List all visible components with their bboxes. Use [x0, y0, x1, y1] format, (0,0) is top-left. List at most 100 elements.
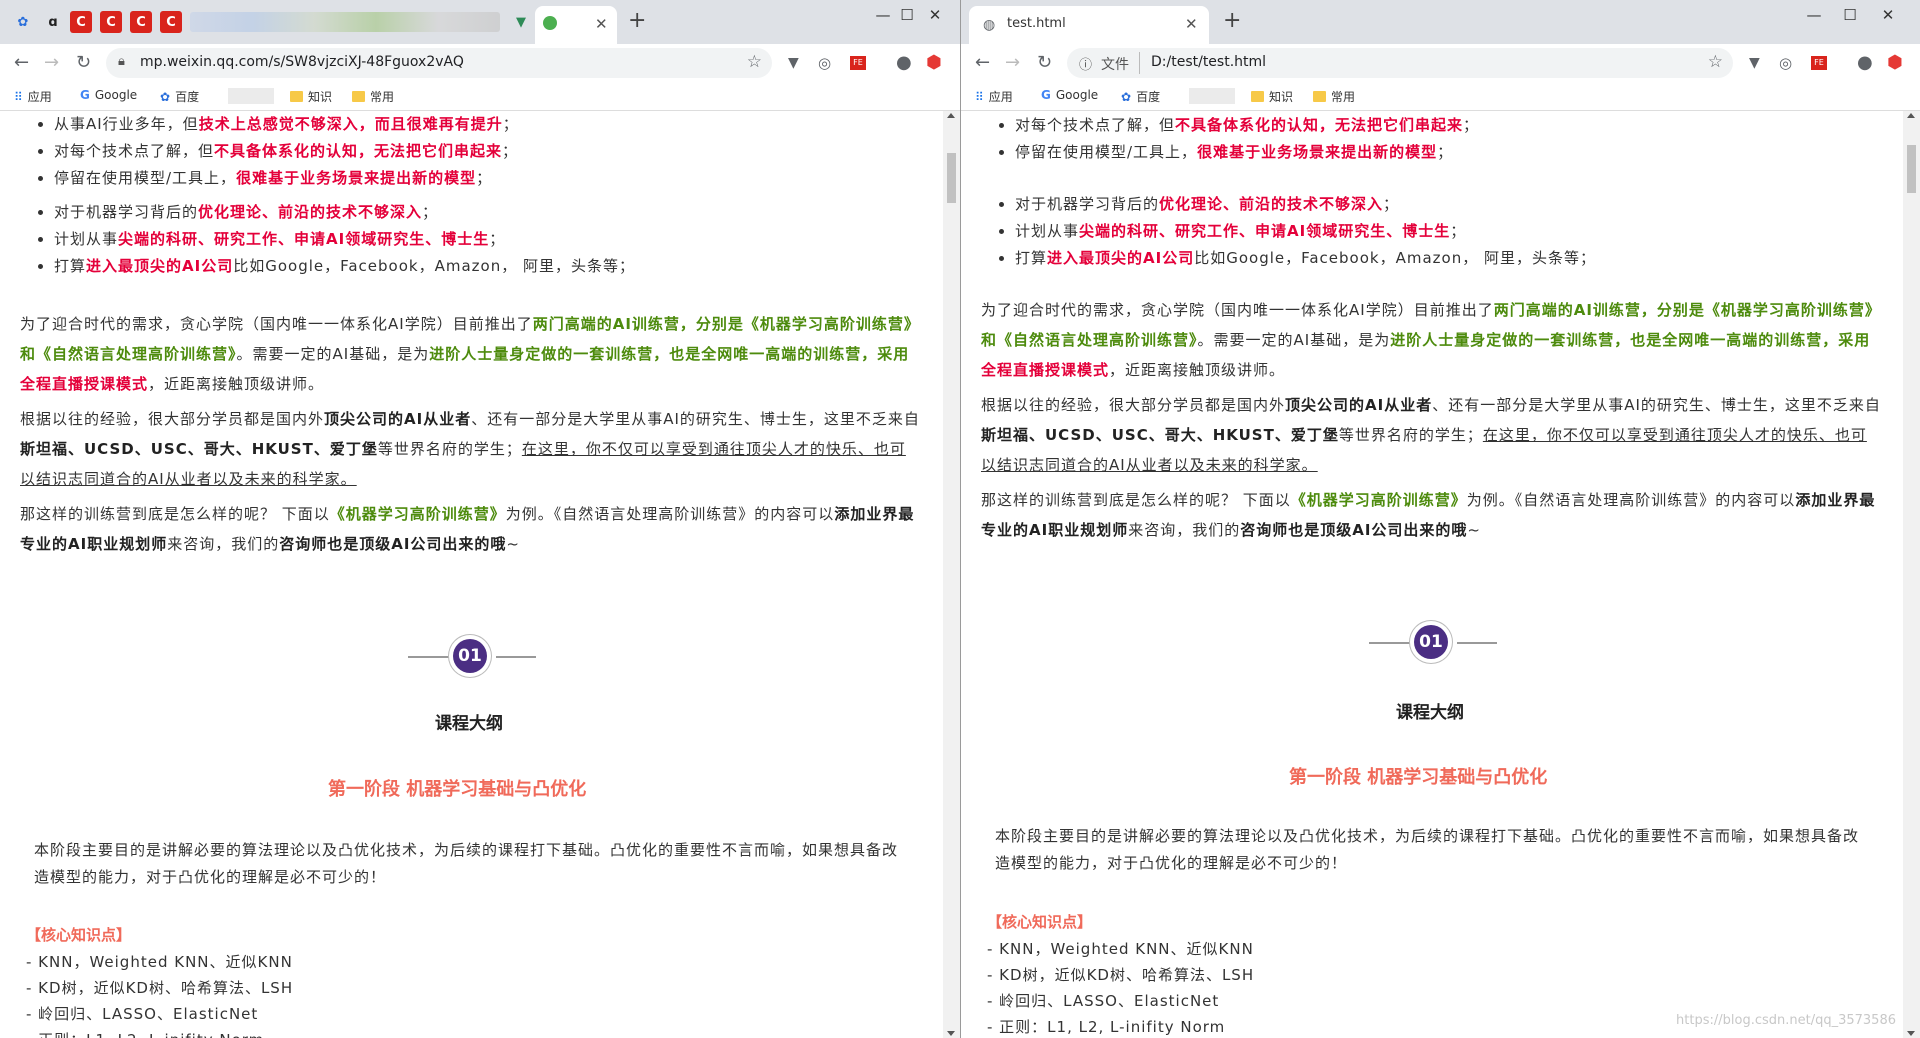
- waveform-decoration: [1457, 642, 1497, 644]
- page-content: 对每个技术点了解，但不具备体系化的认知，无法把它们串起来； 停留在使用模型/工具…: [961, 111, 1902, 1038]
- scroll-up-icon[interactable]: [1907, 113, 1915, 118]
- phase-title: 第一阶段 机器学习基础与凸优化: [1289, 767, 1548, 788]
- folder-icon: [1313, 91, 1326, 102]
- tab-title: test.html: [1007, 16, 1066, 31]
- search-icon[interactable]: ɑ: [42, 11, 64, 33]
- minimize-button[interactable]: —: [1799, 6, 1829, 24]
- url-text: D:/test/test.html: [1151, 54, 1267, 70]
- tab-close-icon[interactable]: ✕: [1185, 15, 1198, 33]
- address-bar[interactable]: ⓘ 文件 D:/test/test.html ☆: [1067, 48, 1733, 78]
- waveform-decoration: [408, 656, 458, 658]
- bookmark-label: 常用: [1331, 90, 1356, 104]
- fe-extension-icon[interactable]: FE: [1811, 56, 1827, 70]
- tab-active[interactable]: ◍ test.html ✕: [969, 6, 1209, 44]
- csdn-tab-icon[interactable]: C: [70, 11, 92, 33]
- list-item: 对每个技术点了解，但不具备体系化的认知，无法把它们串起来；: [1015, 112, 1902, 139]
- bookmark-baidu[interactable]: ✿ 百度: [1121, 88, 1160, 105]
- address-bar[interactable]: 🔒︎ mp.weixin.qq.com/s/SW8vjzciXJ-48Fguox…: [106, 48, 772, 78]
- list-item: 打算进入最顶尖的AI公司比如Google，Facebook，Amazon， 阿里…: [1015, 245, 1902, 272]
- blurred-tabs: [190, 12, 500, 32]
- outline-title: 课程大纲: [435, 714, 503, 734]
- info-icon: ⓘ: [1079, 58, 1093, 73]
- list-item: 对每个技术点了解，但不具备体系化的认知，无法把它们串起来；: [54, 138, 942, 165]
- new-tab-button[interactable]: +: [1223, 8, 1241, 33]
- scroll-up-icon[interactable]: [947, 113, 955, 118]
- baidu-paw-icon: ✿: [1121, 89, 1132, 104]
- vertical-scrollbar[interactable]: [943, 111, 960, 1038]
- adblock-icon[interactable]: ⬢: [926, 52, 942, 73]
- bookmarks-bar: ⠿ 应用 G Google ✿ 百度 知识 常用: [961, 82, 1920, 111]
- bookmark-apps[interactable]: ⠿ 应用: [14, 88, 52, 105]
- bookmark-changyong[interactable]: 常用: [352, 88, 394, 105]
- maximize-button[interactable]: ☐: [1835, 6, 1865, 24]
- extension-icon[interactable]: ◎: [818, 54, 831, 72]
- profile-icon[interactable]: ●: [896, 52, 912, 73]
- paragraph-example: 那这样的训练营到底是怎么样的呢？ 下面以《机器学习高阶训练营》为例。《自然语言处…: [981, 491, 1876, 539]
- v-extension-icon[interactable]: ▼: [788, 55, 799, 71]
- forward-icon[interactable]: →: [1005, 52, 1020, 73]
- scroll-down-icon[interactable]: [947, 1031, 955, 1036]
- bookmark-label: 知识: [1269, 90, 1294, 104]
- scroll-thumb[interactable]: [947, 153, 956, 203]
- tab-close-icon[interactable]: ✕: [595, 15, 608, 33]
- profile-icon[interactable]: ●: [1857, 52, 1873, 73]
- bookmark-zhishi[interactable]: 知识: [290, 88, 332, 105]
- adblock-icon[interactable]: ⬢: [1887, 52, 1903, 73]
- maximize-button[interactable]: ☐: [892, 6, 922, 24]
- globe-icon: ◍: [983, 17, 996, 33]
- csdn-tab-icon[interactable]: C: [130, 11, 152, 33]
- browser-window-right: ◍ test.html ✕ + — ☐ ✕ ← → ↻ ⓘ 文件 D:/test…: [961, 0, 1920, 1038]
- csdn-tab-icon[interactable]: C: [100, 11, 122, 33]
- scroll-down-icon[interactable]: [1907, 1031, 1915, 1036]
- scroll-thumb[interactable]: [1907, 145, 1916, 193]
- paw-icon[interactable]: ✿: [12, 11, 34, 33]
- list-item: 计划从事尖端的科研、研究工作、申请AI领域研究生、博士生；: [54, 226, 942, 253]
- bookmark-google[interactable]: G Google: [1041, 88, 1098, 102]
- knowledge-point: - KD树，近似KD树、哈希算法、LSH: [26, 979, 294, 997]
- forward-icon[interactable]: →: [44, 52, 59, 73]
- browser-toolbar: ← → ↻ ⓘ 文件 D:/test/test.html ☆ ▼ ◎ FE ● …: [961, 44, 1920, 82]
- v-extension-icon[interactable]: ▼: [1749, 55, 1760, 71]
- tab-active[interactable]: ✕: [535, 6, 617, 44]
- new-tab-button[interactable]: +: [628, 8, 646, 33]
- bookmark-changyong[interactable]: 常用: [1313, 88, 1355, 105]
- extension-icon[interactable]: ◎: [1779, 54, 1792, 72]
- browser-toolbar: ← → ↻ 🔒︎ mp.weixin.qq.com/s/SW8vjzciXJ-4…: [0, 44, 960, 82]
- close-window-button[interactable]: ✕: [920, 6, 950, 24]
- tab-strip: ◍ test.html ✕ + — ☐ ✕: [961, 0, 1920, 44]
- bookmark-star-icon[interactable]: ☆: [1708, 52, 1723, 72]
- google-icon: G: [1041, 88, 1051, 102]
- paragraph-intro: 为了迎合时代的需求，贪心学院（国内唯一一体系化AI学院）目前推出了两门高端的AI…: [981, 301, 1881, 379]
- phase-intro: 本阶段主要目的是讲解必要的算法理论以及凸优化技术，为后续的课程打下基础。凸优化的…: [995, 827, 1860, 872]
- core-knowledge-title: 【核心知识点】: [987, 913, 1093, 931]
- bookmark-baidu[interactable]: ✿ 百度: [160, 88, 199, 105]
- close-window-button[interactable]: ✕: [1873, 6, 1903, 24]
- bullet-list-1: 从事AI行业多年，但技术上总感觉不够深入，而且很难再有提升； 对每个技术点了解，…: [20, 111, 942, 192]
- url-text: mp.weixin.qq.com/s/SW8vjzciXJ-48Fguox2vA…: [140, 54, 464, 70]
- waveform-decoration: [496, 656, 536, 658]
- back-icon[interactable]: ←: [14, 52, 29, 73]
- bookmark-star-icon[interactable]: ☆: [747, 52, 762, 72]
- reload-icon[interactable]: ↻: [76, 52, 91, 73]
- paragraph-students: 根据以往的经验，很大部分学员都是国内外顶尖公司的AI从业者、还有一部分是大学里从…: [20, 410, 920, 488]
- baidu-paw-icon: ✿: [160, 89, 171, 104]
- folder-icon: [1251, 91, 1264, 102]
- folder-icon: [290, 91, 303, 102]
- knowledge-point: - 正则：L1, L2, L-inifity Norm: [26, 1029, 264, 1038]
- knowledge-point: - 正则：L1, L2, L-inifity Norm: [987, 1018, 1226, 1036]
- v-extension-icon[interactable]: ▼: [510, 11, 532, 33]
- vertical-scrollbar[interactable]: [1903, 111, 1920, 1038]
- bookmark-label: 百度: [175, 90, 200, 104]
- bookmark-google[interactable]: G Google: [80, 88, 137, 102]
- paragraph-students: 根据以往的经验，很大部分学员都是国内外顶尖公司的AI从业者、还有一部分是大学里从…: [981, 396, 1881, 474]
- core-knowledge-title: 【核心知识点】: [26, 926, 132, 944]
- bookmark-label: 百度: [1136, 90, 1161, 104]
- reload-icon[interactable]: ↻: [1037, 52, 1052, 73]
- bookmarks-bar: ⠿ 应用 G Google ✿ 百度 知识 常用: [0, 82, 960, 111]
- list-item: 停留在使用模型/工具上，很难基于业务场景来提出新的模型；: [54, 165, 942, 192]
- fe-extension-icon[interactable]: FE: [850, 56, 866, 70]
- csdn-tab-icon[interactable]: C: [160, 11, 182, 33]
- bookmark-zhishi[interactable]: 知识: [1251, 88, 1293, 105]
- back-icon[interactable]: ←: [975, 52, 990, 73]
- bookmark-apps[interactable]: ⠿ 应用: [975, 88, 1013, 105]
